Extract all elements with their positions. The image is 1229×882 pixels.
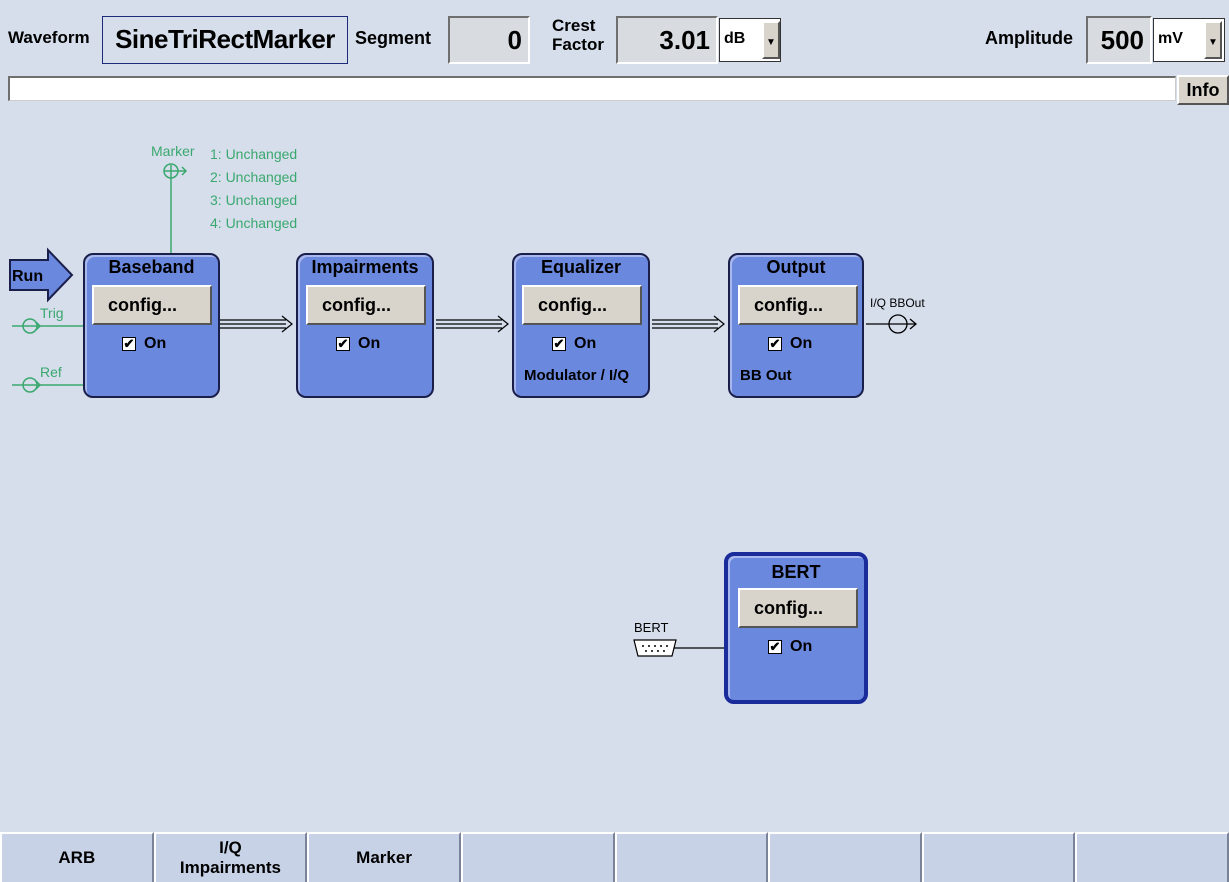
impairments-config-button[interactable]: config...	[306, 285, 426, 325]
bert-on-label: On	[790, 638, 813, 655]
checkbox-checked-icon: ✔	[552, 336, 566, 351]
iq-bbout-label: I/Q BBOut	[870, 296, 925, 310]
flow-arrow-1	[220, 315, 293, 333]
baseband-block[interactable]: Baseband config... ✔ On	[83, 253, 220, 398]
softkey-empty-6[interactable]	[768, 832, 922, 882]
softkey-line2: Impairments	[179, 858, 281, 877]
equalizer-sub-label: Modulator / I/Q	[524, 367, 629, 384]
crest-factor-label: Crest Factor	[552, 16, 604, 54]
output-sub-label: BB Out	[740, 367, 792, 384]
ref-connector-icon	[12, 377, 84, 393]
crest-factor-field[interactable]: 3.01	[616, 16, 718, 64]
waveform-field[interactable]: SineTriRectMarker	[102, 16, 348, 64]
checkbox-checked-icon: ✔	[768, 639, 782, 654]
segment-field[interactable]: 0	[448, 16, 530, 64]
crest-unit-select[interactable]: dB ▼	[719, 18, 781, 62]
baseband-title: Baseband	[108, 257, 195, 277]
bert-connector-icon	[633, 639, 727, 657]
amplitude-label: Amplitude	[985, 28, 1073, 48]
signal-flow-lines	[9, 163, 918, 657]
equalizer-config-button[interactable]: config...	[522, 285, 642, 325]
marker-status-list: 1: Unchanged 2: Unchanged 3: Unchanged 4…	[210, 143, 297, 235]
crest-unit-value: dB	[724, 30, 746, 47]
output-block[interactable]: Output config... ✔ On BB Out	[728, 253, 864, 398]
bert-block[interactable]: BERT config... ✔ On	[724, 552, 868, 704]
iq-bbout-connector-icon	[866, 314, 918, 334]
marker-line-1: 1: Unchanged	[210, 146, 298, 162]
impairments-on-label: On	[358, 335, 381, 352]
output-config-button[interactable]: config...	[738, 285, 858, 325]
softkey-iq-impairments[interactable]: I/Q Impairments	[153, 832, 308, 882]
ref-label: Ref	[40, 364, 62, 380]
impairments-title: Impairments	[311, 257, 419, 277]
run-button[interactable]: Run	[12, 268, 43, 286]
crest-label-line1: Crest	[552, 16, 596, 35]
equalizer-on-checkbox[interactable]: ✔ On	[552, 335, 596, 353]
amplitude-unit-value: mV	[1158, 30, 1183, 47]
checkbox-checked-icon: ✔	[768, 336, 782, 351]
flow-arrow-3	[652, 315, 725, 333]
softkey-bar: ARB I/Q Impairments Marker	[0, 832, 1229, 882]
output-title: Output	[766, 257, 826, 277]
output-on-checkbox[interactable]: ✔ On	[768, 335, 812, 353]
chevron-down-icon: ▼	[1208, 37, 1218, 48]
equalizer-block[interactable]: Equalizer config... ✔ On Modulator / I/Q	[512, 253, 650, 398]
equalizer-on-label: On	[574, 335, 597, 352]
flow-arrow-2	[436, 315, 509, 333]
trig-label: Trig	[40, 305, 64, 321]
bert-title: BERT	[771, 562, 821, 582]
baseband-on-checkbox[interactable]: ✔ On	[122, 335, 166, 353]
bert-on-checkbox[interactable]: ✔ On	[768, 638, 812, 656]
equalizer-title: Equalizer	[540, 257, 622, 277]
top-parameter-bar: Waveform SineTriRectMarker Segment 0 Cre…	[0, 0, 1229, 74]
softkey-marker[interactable]: Marker	[307, 832, 461, 882]
waveform-label: Waveform	[8, 28, 90, 47]
softkey-line1: Marker	[356, 848, 412, 867]
marker-label: Marker	[151, 143, 195, 159]
info-button[interactable]: Info	[1177, 75, 1229, 105]
marker-line-2: 2: Unchanged	[210, 169, 298, 185]
crest-unit-dropdown-button[interactable]: ▼	[762, 21, 780, 59]
crest-label-line2: Factor	[552, 35, 604, 54]
bert-connector-label: BERT	[634, 620, 669, 635]
marker-connector-icon	[163, 163, 188, 179]
chevron-down-icon: ▼	[766, 37, 776, 48]
info-message-bar	[8, 76, 1176, 101]
checkbox-checked-icon: ✔	[122, 336, 136, 351]
amplitude-unit-dropdown-button[interactable]: ▼	[1204, 21, 1222, 59]
checkbox-checked-icon: ✔	[336, 336, 350, 351]
softkey-empty-4[interactable]	[460, 832, 615, 882]
trig-connector-icon	[12, 318, 84, 334]
softkey-line1: ARB	[58, 848, 96, 867]
amplitude-unit-select[interactable]: mV ▼	[1153, 18, 1225, 62]
softkey-arb[interactable]: ARB	[0, 832, 154, 882]
baseband-on-label: On	[144, 335, 167, 352]
softkey-empty-7[interactable]	[921, 832, 1076, 882]
marker-line-3: 3: Unchanged	[210, 192, 298, 208]
softkey-empty-5[interactable]	[614, 832, 769, 882]
impairments-block[interactable]: Impairments config... ✔ On	[296, 253, 434, 398]
impairments-on-checkbox[interactable]: ✔ On	[336, 335, 380, 353]
output-on-label: On	[790, 335, 813, 352]
bert-config-button[interactable]: config...	[738, 588, 858, 628]
softkey-line1: I/Q	[219, 838, 242, 857]
amplitude-field[interactable]: 500	[1086, 16, 1152, 64]
segment-label: Segment	[355, 28, 432, 48]
marker-line-4: 4: Unchanged	[210, 215, 298, 231]
baseband-config-button[interactable]: config...	[92, 285, 212, 325]
softkey-empty-8[interactable]	[1075, 832, 1229, 882]
